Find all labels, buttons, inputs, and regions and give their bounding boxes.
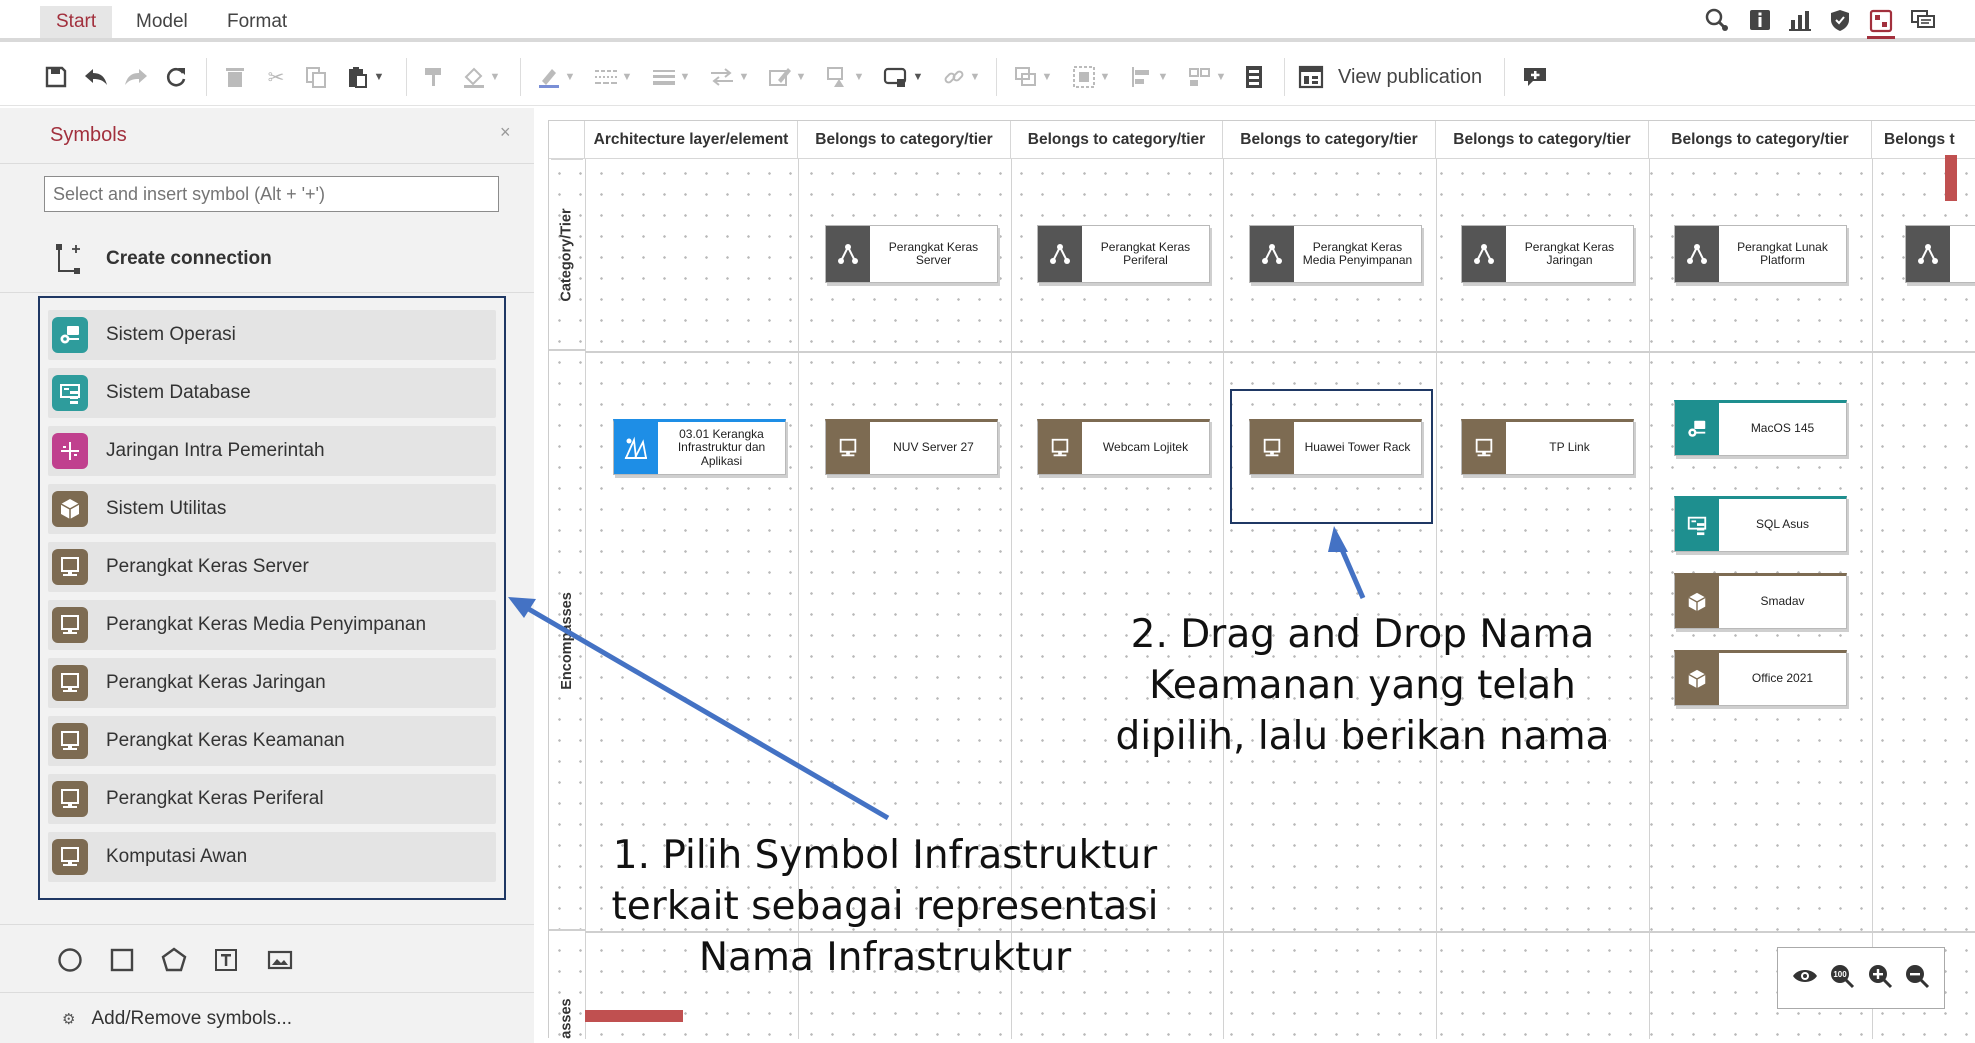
arrow-to-drop-target <box>1337 544 1366 599</box>
annotation-step-1: 1. Pilih Symbol Infrastruktur terkait se… <box>611 833 1159 980</box>
arrow-to-symbol-list <box>518 601 890 821</box>
arrow-head <box>508 597 536 618</box>
arrow-head <box>1328 526 1348 552</box>
annotation-step-2: 2. Drag and Drop Nama Keamanan yang tela… <box>1115 612 1610 759</box>
